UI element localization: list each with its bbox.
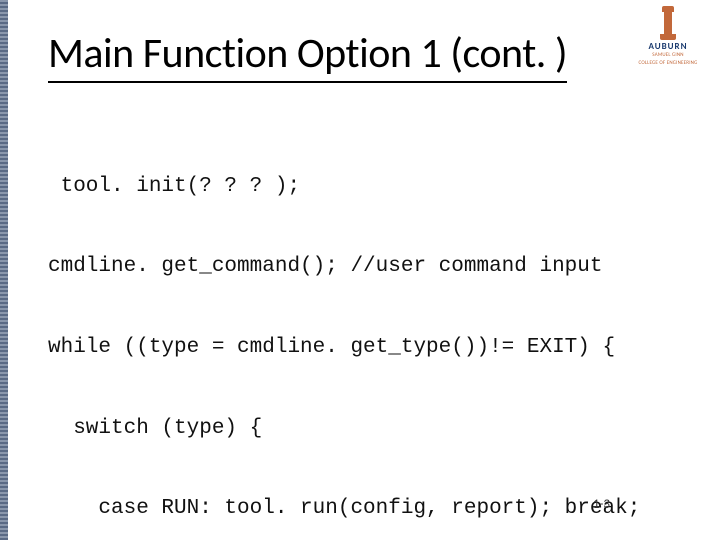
auburn-logo: AUBURN SAMUEL GINN COLLEGE OF ENGINEERIN… [632,6,704,66]
tower-icon [660,6,676,40]
slide-title: Main Function Option 1 (cont. ) [48,28,567,83]
logo-subtext-1: SAMUEL GINN [632,53,704,59]
page-number: 1-3 [593,497,610,512]
slide: Main Function Option 1 (cont. ) AUBURN S… [0,0,720,540]
code-line: cmdline. get_command(); //user command i… [48,254,700,281]
code-line: tool. init(? ? ? ); [48,174,700,201]
code-block: tool. init(? ? ? ); cmdline. get_command… [48,120,700,540]
left-border-stripe [0,0,8,540]
code-line: while ((type = cmdline. get_type())!= EX… [48,335,700,362]
code-line: switch (type) { [48,416,700,443]
logo-text: AUBURN [632,42,704,51]
logo-subtext-2: COLLEGE OF ENGINEERING [632,61,704,67]
